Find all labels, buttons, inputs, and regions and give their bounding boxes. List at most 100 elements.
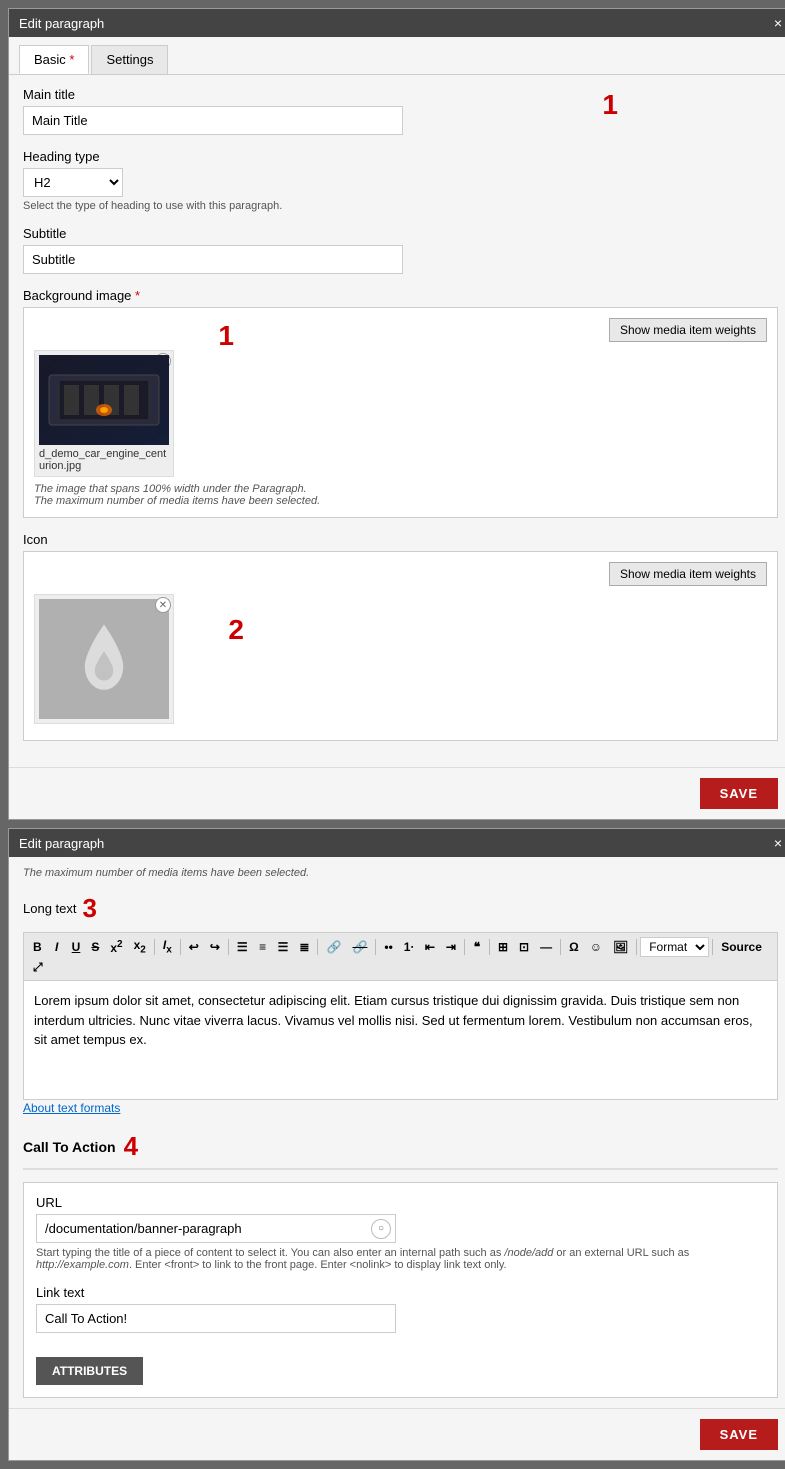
icon-group: Icon Show media item weights 2 ✕ xyxy=(23,532,778,741)
heading-type-group: Heading type H2 H1 H3 H4 H5 H6 Select th… xyxy=(23,149,778,212)
toolbar-subscript[interactable]: x2 xyxy=(129,936,151,957)
heading-type-select[interactable]: H2 H1 H3 H4 H5 H6 xyxy=(23,168,123,197)
about-text-formats-link[interactable]: About text formats xyxy=(23,1101,120,1115)
background-image-section: Show media item weights 1 ✕ xyxy=(23,307,778,518)
form-content: Main title 1 Heading type H2 H1 H3 H4 H5… xyxy=(9,75,785,767)
link-text-label: Link text xyxy=(36,1285,765,1300)
toolbar-sep-4 xyxy=(317,939,318,955)
icon-label: Icon xyxy=(23,532,778,547)
subtitle-group: Subtitle xyxy=(23,226,778,274)
toolbar-blockquote[interactable]: ❝ xyxy=(468,938,486,956)
show-media-weights-bg-button[interactable]: Show media item weights xyxy=(609,318,767,342)
icon-item-wrap: 2 ✕ xyxy=(34,594,174,730)
background-image-header: Show media item weights xyxy=(34,318,767,342)
tabs: Basic * Settings xyxy=(9,37,785,75)
dialog-1-title: Edit paragraph xyxy=(19,16,104,31)
toolbar-unlink[interactable]: 🔗 xyxy=(347,938,372,956)
show-media-weights-icon-button[interactable]: Show media item weights xyxy=(609,562,767,586)
toolbar-strikethrough[interactable]: S xyxy=(86,938,104,956)
background-image-hint2: The maximum number of media items have b… xyxy=(34,495,767,507)
toolbar-alignright[interactable]: ☰ xyxy=(273,938,294,956)
background-image-item: ✕ xyxy=(34,350,174,477)
toolbar-link[interactable]: 🔗 xyxy=(321,938,346,956)
engine-svg xyxy=(39,355,169,445)
icon-item: ✕ xyxy=(34,594,174,724)
cta-inner-form: URL ○ Start typing the title of a piece … xyxy=(23,1182,778,1398)
background-image-required: * xyxy=(135,288,140,303)
dialog-2: Edit paragraph × The maximum number of m… xyxy=(8,828,785,1461)
background-image-group: Background image * Show media item weigh… xyxy=(23,288,778,518)
toolbar-superscript[interactable]: x2 xyxy=(105,937,127,957)
toolbar-omega[interactable]: Ω xyxy=(564,938,584,956)
main-title-group: Main title xyxy=(23,87,778,135)
dialog-2-title: Edit paragraph xyxy=(19,836,104,851)
attributes-button[interactable]: ATTRIBUTES xyxy=(36,1357,143,1385)
toolbar-fullscreen[interactable]: ⤢ xyxy=(28,958,48,977)
long-text-label: Long text xyxy=(23,901,77,916)
main-title-input[interactable] xyxy=(23,106,403,135)
toolbar-aligncenter[interactable]: ≡ xyxy=(254,938,272,956)
long-text-label-row: Long text 3 xyxy=(23,893,778,924)
subtitle-input[interactable] xyxy=(23,245,403,274)
toolbar-sep-2 xyxy=(180,939,181,955)
dialog-1: Edit paragraph × Basic * Settings Main t… xyxy=(8,8,785,820)
icon-media-header: Show media item weights xyxy=(34,562,767,586)
toolbar-sep-10 xyxy=(712,939,713,955)
toolbar-bold[interactable]: B xyxy=(28,938,47,956)
editor-toolbar: B I U S x2 x2 Ix ↩ ↪ ☰ ≡ ☰ ≣ xyxy=(23,932,778,980)
url-input-wrap: ○ xyxy=(36,1214,396,1243)
toolbar-hr[interactable]: — xyxy=(535,938,557,956)
long-text-group: Long text 3 B I U S x2 x2 Ix ↩ ↪ xyxy=(23,893,778,1115)
toolbar-bulletlist[interactable]: •• xyxy=(379,938,397,956)
background-image-filename: d_demo_car_engine_centurion.jpg xyxy=(39,448,169,472)
number-3: 3 xyxy=(83,893,97,924)
toolbar-format-select[interactable]: Format xyxy=(640,937,709,957)
url-input[interactable] xyxy=(37,1215,371,1242)
dialog-1-save-button[interactable]: SAVE xyxy=(700,778,778,809)
toolbar-outdent[interactable]: ⇤ xyxy=(420,938,440,956)
link-text-input[interactable] xyxy=(36,1304,396,1333)
toolbar-source[interactable]: Source xyxy=(716,938,767,956)
cta-section: Call To Action 4 URL ○ Start typing the … xyxy=(23,1131,778,1398)
dialog-1-close[interactable]: × xyxy=(774,15,782,31)
toolbar-tableops[interactable]: ⊡ xyxy=(514,938,534,956)
toolbar-italic[interactable]: I xyxy=(48,938,66,956)
toolbar-sep-5 xyxy=(375,939,376,955)
toolbar-indent[interactable]: ⇥ xyxy=(441,938,461,956)
scrolled-content: The maximum number of media items have b… xyxy=(9,857,785,1408)
toolbar-table[interactable]: ⊞ xyxy=(493,938,513,956)
icon-image-svg xyxy=(64,609,144,709)
toolbar-emoticons[interactable]: ☺ xyxy=(585,938,607,956)
toolbar-undo[interactable]: ↩ xyxy=(184,938,204,956)
toolbar-removeformat[interactable]: Ix xyxy=(158,936,177,957)
dialog-2-save-button[interactable]: SAVE xyxy=(700,1419,778,1450)
toolbar-alignjustify[interactable]: ≣ xyxy=(294,938,314,956)
number-4: 4 xyxy=(124,1131,138,1162)
toolbar-underline[interactable]: U xyxy=(67,938,86,956)
url-hint: Start typing the title of a piece of con… xyxy=(36,1247,736,1271)
toolbar-alignleft[interactable]: ☰ xyxy=(232,938,253,956)
dialog-2-close[interactable]: × xyxy=(774,835,782,851)
link-text-group: Link text xyxy=(36,1285,765,1333)
background-image-label: Background image * xyxy=(23,288,778,303)
toolbar-redo[interactable]: ↪ xyxy=(205,938,225,956)
heading-type-label: Heading type xyxy=(23,149,778,164)
tab-basic[interactable]: Basic * xyxy=(19,45,89,74)
long-text-editor[interactable]: Lorem ipsum dolor sit amet, consectetur … xyxy=(23,980,778,1100)
heading-type-hint: Select the type of heading to use with t… xyxy=(23,200,778,212)
tab-settings[interactable]: Settings xyxy=(91,45,168,74)
toolbar-media[interactable]: 🖼 xyxy=(608,938,633,956)
background-image-thumb xyxy=(39,355,169,445)
dialog-1-save-bar: SAVE xyxy=(9,767,785,819)
toolbar-sep-9 xyxy=(636,939,637,955)
subtitle-label: Subtitle xyxy=(23,226,778,241)
tab-basic-required: * xyxy=(66,52,75,67)
background-image-hint1: The image that spans 100% width under th… xyxy=(34,483,767,495)
cta-title: Call To Action 4 xyxy=(23,1131,778,1170)
toolbar-sep-6 xyxy=(464,939,465,955)
icon-section: Show media item weights 2 ✕ xyxy=(23,551,778,741)
url-clear-button[interactable]: ○ xyxy=(371,1219,391,1239)
toolbar-numberedlist[interactable]: 1∙ xyxy=(399,938,419,956)
number-1-area: 1 xyxy=(218,320,234,352)
icon-remove[interactable]: ✕ xyxy=(155,597,171,613)
